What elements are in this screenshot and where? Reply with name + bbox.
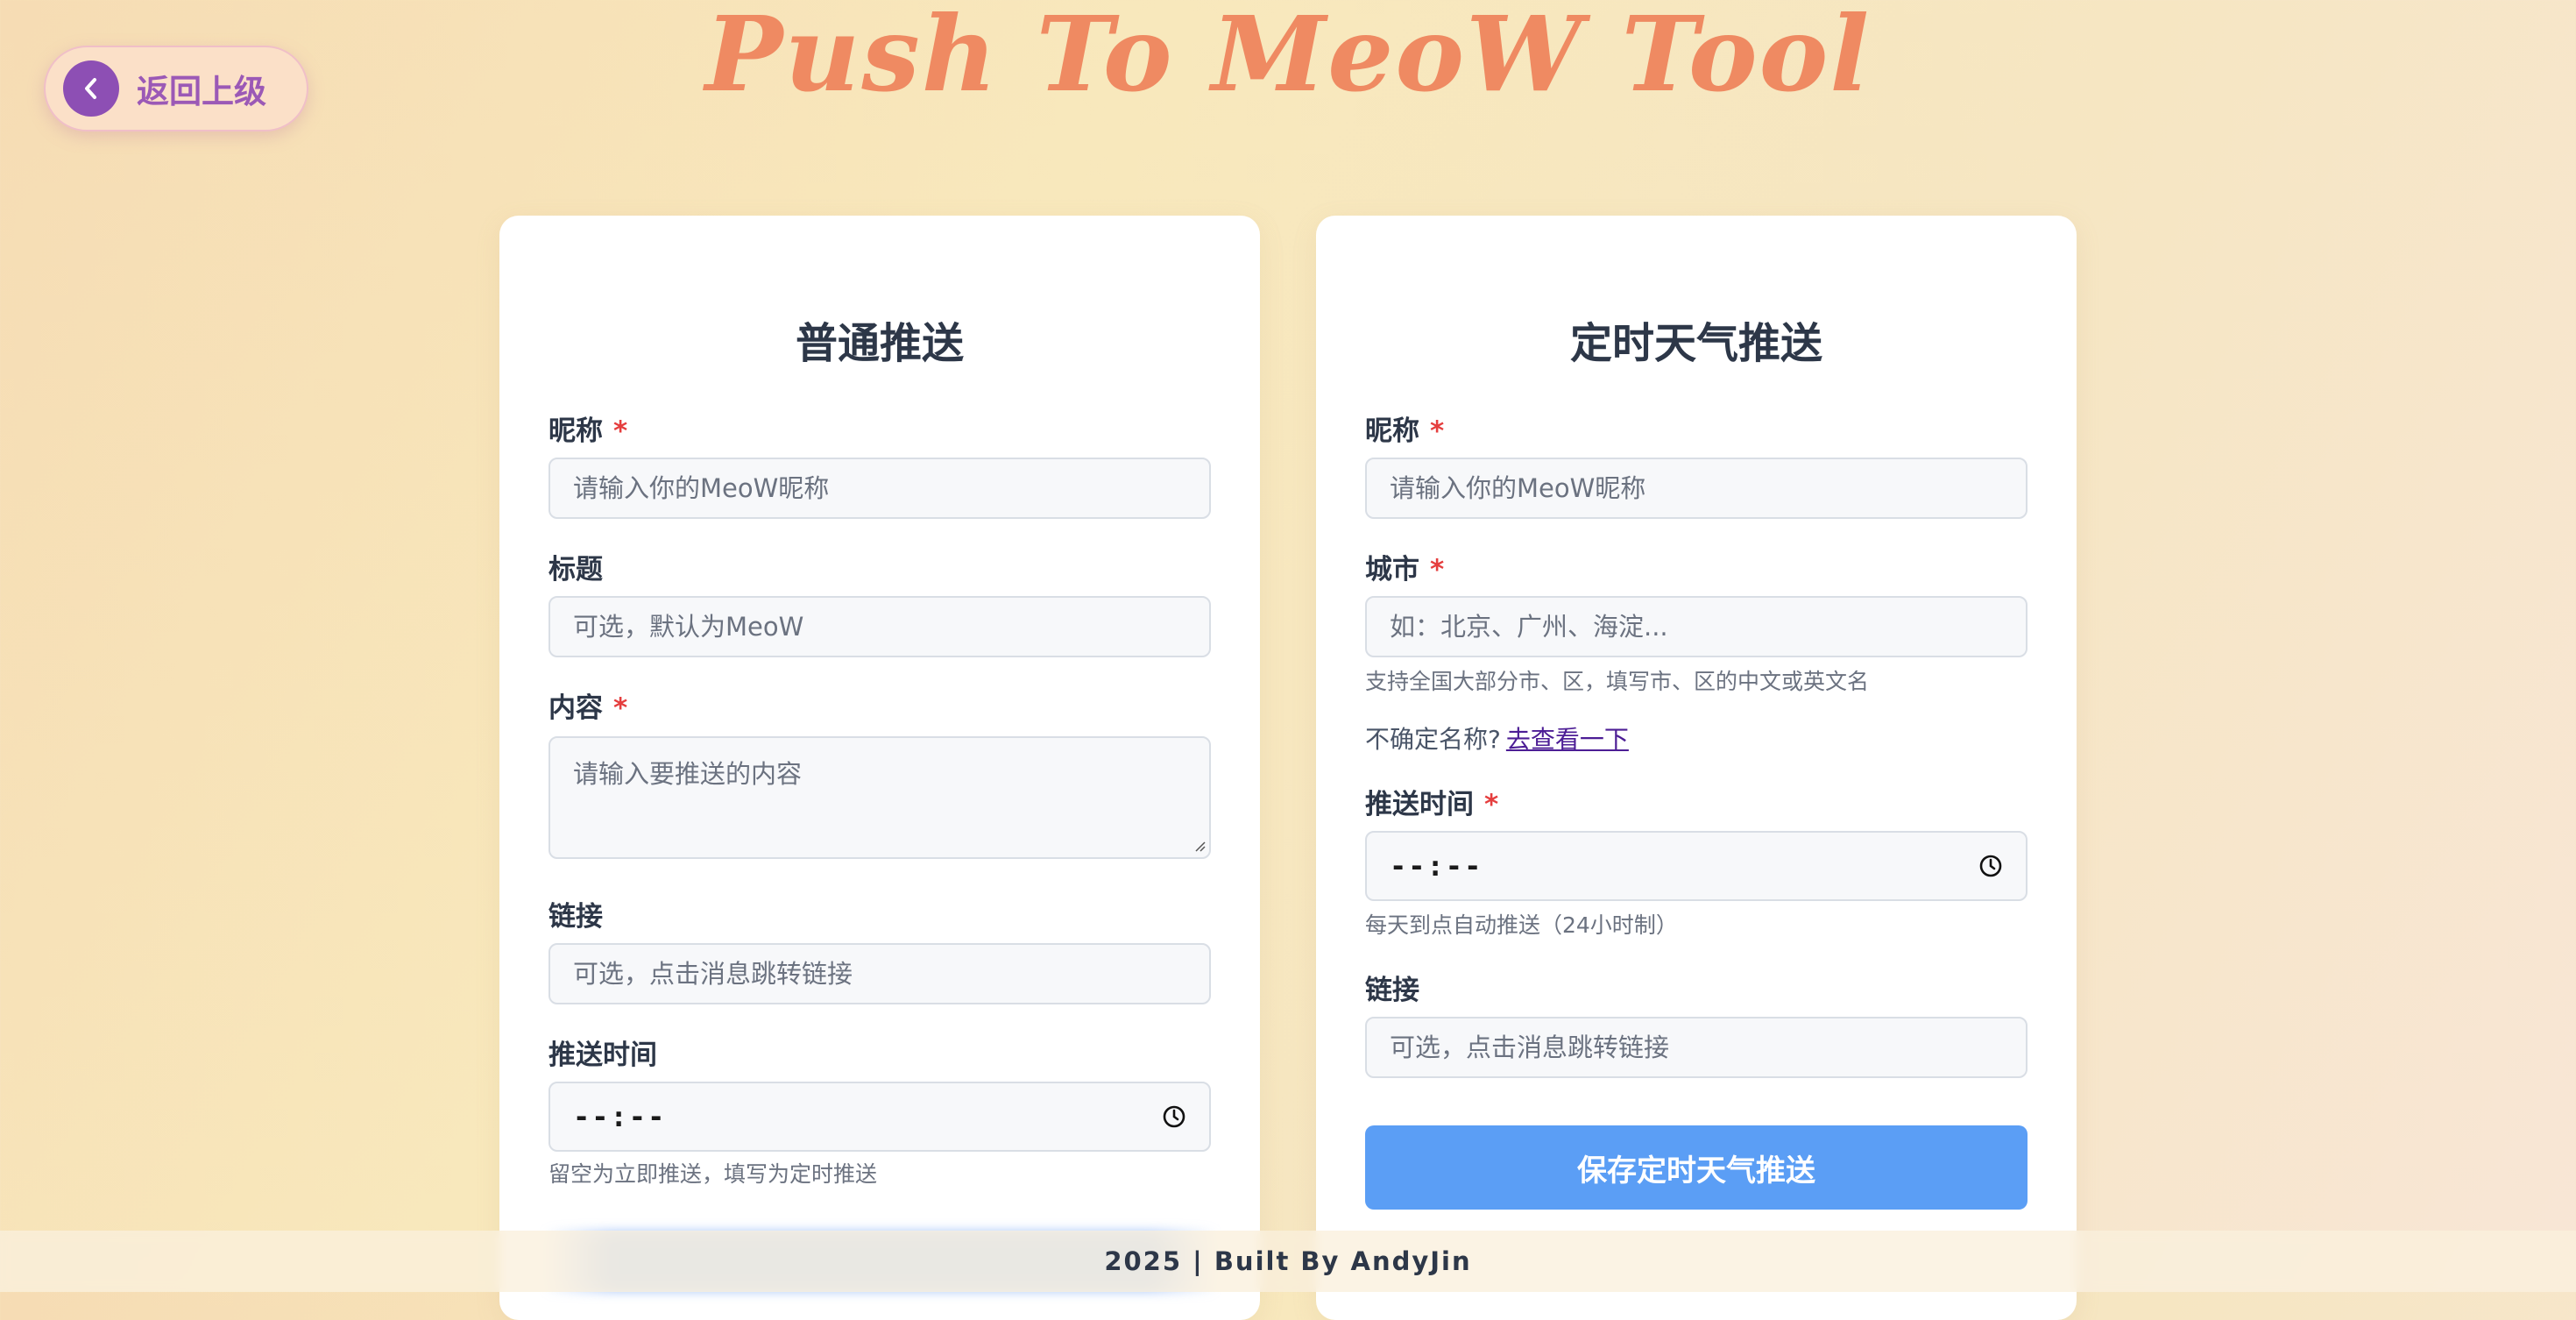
normal-push-card: 普通推送 昵称* 标题 内容* 链接 推送时间 --:-- 留空为立即推送，填写…: [499, 216, 1260, 1320]
content-label: 内容 *: [548, 692, 628, 724]
required-marker: *: [1430, 554, 1445, 585]
weather-link-input[interactable]: [1365, 1017, 2028, 1078]
required-marker: *: [613, 692, 628, 724]
title-input[interactable]: [548, 596, 1211, 657]
content-textarea[interactable]: [548, 736, 1211, 859]
required-marker: *: [613, 415, 628, 447]
nickname-label: 昵称 *: [1365, 415, 1445, 447]
normal-push-title: 普通推送: [795, 319, 964, 368]
weather-nickname-input[interactable]: [1365, 458, 2028, 519]
city-input[interactable]: [1365, 596, 2028, 657]
time-value: --:--: [1390, 849, 1483, 883]
time-value: --:--: [573, 1100, 667, 1133]
save-weather-push-button[interactable]: 保存定时天气推送: [1365, 1125, 2028, 1210]
resize-grip-icon[interactable]: [1192, 838, 1206, 852]
city-lookup-row: 不确定名称? 去查看一下: [1365, 720, 1629, 756]
clock-icon[interactable]: [1162, 1104, 1186, 1129]
push-time-label: 推送时间 *: [1365, 789, 1499, 820]
weather-push-card: 定时天气推送 昵称* 城市* 支持全国大部分市、区，填写市、区的中文或英文名 不…: [1316, 216, 2077, 1320]
push-time-label: 推送时间: [548, 1040, 657, 1071]
nickname-label: 昵称 *: [548, 415, 628, 447]
link-input[interactable]: [548, 943, 1211, 1004]
unsure-text: 不确定名称?: [1365, 725, 1501, 754]
app-title: Push To MeoW Tool: [704, 0, 1872, 115]
link-label: 链接: [548, 901, 603, 933]
footer: 2025 | Built By AndyJin: [0, 1231, 2576, 1292]
weather-push-time-input[interactable]: --:--: [1365, 831, 2028, 901]
link-label: 链接: [1365, 975, 1419, 1006]
required-marker: *: [1484, 789, 1499, 820]
weather-push-title: 定时天气推送: [1569, 319, 1822, 368]
city-label: 城市 *: [1365, 554, 1445, 585]
title-label: 标题: [548, 554, 603, 585]
weather-time-hint: 每天到点自动推送（24小时制）: [1365, 912, 1678, 938]
required-marker: *: [1430, 415, 1445, 447]
push-time-hint: 留空为立即推送，填写为定时推送: [548, 1161, 878, 1187]
push-time-input[interactable]: --:--: [548, 1082, 1211, 1152]
footer-text: 2025 | Built By AndyJin: [1104, 1246, 1472, 1276]
nickname-input[interactable]: [548, 458, 1211, 519]
city-lookup-link[interactable]: 去查看一下: [1506, 725, 1629, 754]
clock-icon[interactable]: [1978, 854, 2003, 878]
city-hint: 支持全国大部分市、区，填写市、区的中文或英文名: [1365, 669, 1870, 694]
